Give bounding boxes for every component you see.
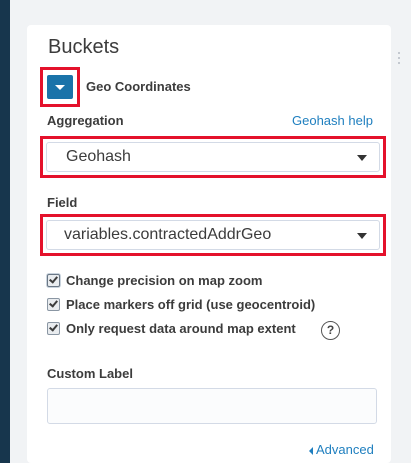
panel-title: Buckets: [48, 36, 120, 58]
checkmark-icon: [49, 322, 58, 332]
question-circle-icon[interactable]: ?: [321, 321, 340, 340]
custom-label-input[interactable]: [47, 388, 377, 424]
caret-left-icon: [309, 446, 313, 455]
option-label: Only request data around map extent: [66, 321, 296, 336]
option-label: Place markers off grid (use geocentroid): [66, 297, 316, 312]
field-select[interactable]: variables.contractedAddrGeo: [46, 220, 380, 250]
advanced-link-text: Advanced: [316, 442, 374, 457]
advanced-toggle-link[interactable]: Advanced: [309, 442, 374, 457]
checkmark-icon: [49, 274, 58, 284]
checkbox-change-precision[interactable]: [47, 274, 60, 287]
app-sidebar-strip: [0, 0, 10, 463]
geohash-help-link[interactable]: Geohash help: [292, 113, 373, 128]
caret-down-icon: [357, 155, 367, 161]
aggregation-title: Geo Coordinates: [86, 79, 191, 94]
option-label: Change precision on map zoom: [66, 273, 263, 288]
checkmark-icon: [49, 298, 58, 308]
field-select-value: variables.contractedAddrGeo: [64, 226, 272, 243]
drag-handle-icon[interactable]: [398, 52, 402, 64]
aggregation-select-value: Geohash: [66, 148, 131, 165]
collapse-toggle-button[interactable]: [47, 75, 73, 99]
checkbox-map-extent[interactable]: [47, 322, 60, 335]
aggregation-select[interactable]: Geohash: [46, 142, 380, 172]
custom-label-label: Custom Label: [47, 366, 133, 381]
caret-down-icon: [357, 233, 367, 239]
field-label: Field: [47, 195, 78, 210]
chevron-down-icon: [55, 85, 65, 90]
aggregation-label: Aggregation: [47, 113, 124, 128]
checkbox-place-markers[interactable]: [47, 298, 60, 311]
